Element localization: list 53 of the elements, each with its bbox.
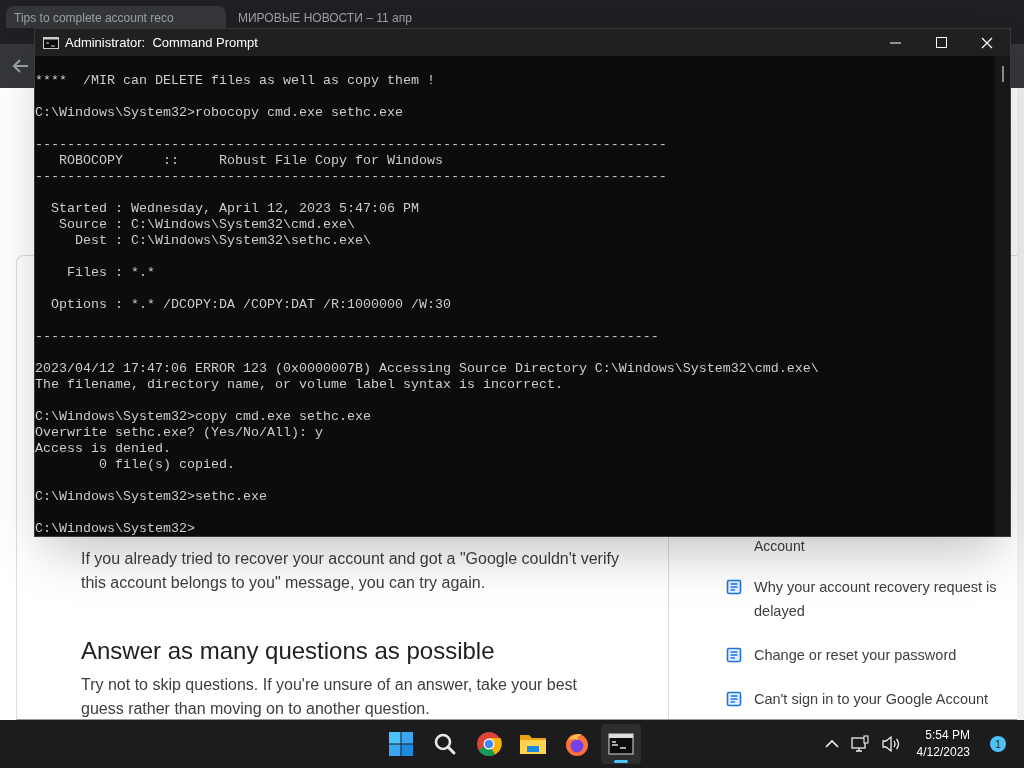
search-icon[interactable]: [433, 732, 457, 756]
browser-icon[interactable]: [476, 731, 502, 757]
chevron-up-icon[interactable]: [824, 739, 839, 749]
network-icon[interactable]: [850, 735, 869, 753]
body-text: Try not to skip questions. If you're unsure of an answer, take your best guess rather than moving on to another question.: [81, 675, 579, 719]
console-line: ------------------------------------------------------------------------------: [35, 329, 659, 345]
browser-tab[interactable]: Tips to complete account reco: [6, 6, 226, 28]
document-icon: [726, 647, 742, 663]
terminal-icon[interactable]: [608, 733, 634, 755]
console-line: Access is denied.: [35, 441, 171, 457]
back-arrow-icon[interactable]: [12, 57, 30, 75]
clock[interactable]: 5:54 PM 4/12/2023: [916, 727, 970, 761]
console-line: Dest : C:\Windows\System32\sethc.exe\: [74, 233, 371, 249]
related-link[interactable]: Can't sign in to your Google Account: [754, 687, 1004, 711]
console-line: 0 file(s) copied.: [98, 457, 235, 473]
console-line: The filename, directory name, or volume label syntax is incorrect.: [35, 377, 563, 393]
tab-title: МИРОВЫЕ НОВОСТИ – 11 апр: [238, 10, 412, 27]
console-line: Overwrite sethc.exe? (Yes/No/All): y: [35, 425, 323, 441]
console-line: ROBOCOPY :: Robust File Copy for Windows: [58, 153, 443, 169]
console-line: C:\Windows\System32>copy cmd.exe sethc.exe: [35, 409, 371, 425]
windows-start-icon[interactable]: [388, 731, 414, 757]
document-icon: [726, 691, 742, 707]
console-line: Started : Wednesday, April 12, 2023 5:47:06 PM: [50, 201, 419, 217]
console-line: -------------------------------------------------------------------------------: [35, 169, 667, 185]
console-line: Source : C:\Windows\System32\cmd.exe\: [58, 217, 355, 233]
section-heading: Answer as many questions as possible: [81, 636, 496, 666]
notification-badge[interactable]: 1: [990, 736, 1006, 752]
related-link[interactable]: Why your account recovery request is delayed: [754, 575, 1004, 623]
document-icon: [726, 579, 742, 595]
maximize-icon: [935, 37, 947, 48]
volume-icon[interactable]: [880, 735, 901, 753]
taskbar-app[interactable]: [601, 724, 641, 764]
active-indicator: [614, 760, 628, 763]
clock-date: 4/12/2023: [916, 744, 970, 761]
close-icon: [981, 36, 993, 49]
console-line: C:\Windows\System32>robocopy cmd.exe sethc.exe: [35, 105, 403, 121]
console-app-icon: [43, 36, 59, 49]
console-line: Options : *.* /DCOPY:DA /COPY:DAT /R:1000000 /W:30: [50, 297, 451, 313]
flame-globe-icon[interactable]: [564, 731, 590, 757]
body-text: If you already tried to recover your account and got a "Google couldn't verify this account belongs to you" message, you can try again.: [81, 549, 620, 593]
clock-time: 5:54 PM: [925, 727, 970, 744]
tab-title: Tips to complete account reco: [14, 10, 174, 27]
folder-icon[interactable]: [519, 732, 547, 756]
console-line: C:\Windows\System32>: [35, 521, 195, 536]
console-line: **** /MIR can DELETE files as well as copy them !: [35, 73, 435, 89]
related-link[interactable]: Account: [754, 538, 805, 554]
window-title: Administrator: Command Prompt: [65, 33, 258, 52]
console-line: Files : *.*: [66, 265, 155, 281]
related-link[interactable]: Change or reset your password: [754, 643, 1004, 667]
browser-tab[interactable]: МИРОВЫЕ НОВОСТИ – 11 апр: [230, 6, 450, 28]
console-line: C:\Windows\System32>sethc.exe: [35, 489, 267, 505]
console-line: 2023/04/12 17:47:06 ERROR 123 (0x0000007B) Accessing Source Directory C:\Windows\System32\cmd.exe\: [35, 361, 819, 377]
console-line: -------------------------------------------------------------------------------: [35, 137, 667, 153]
